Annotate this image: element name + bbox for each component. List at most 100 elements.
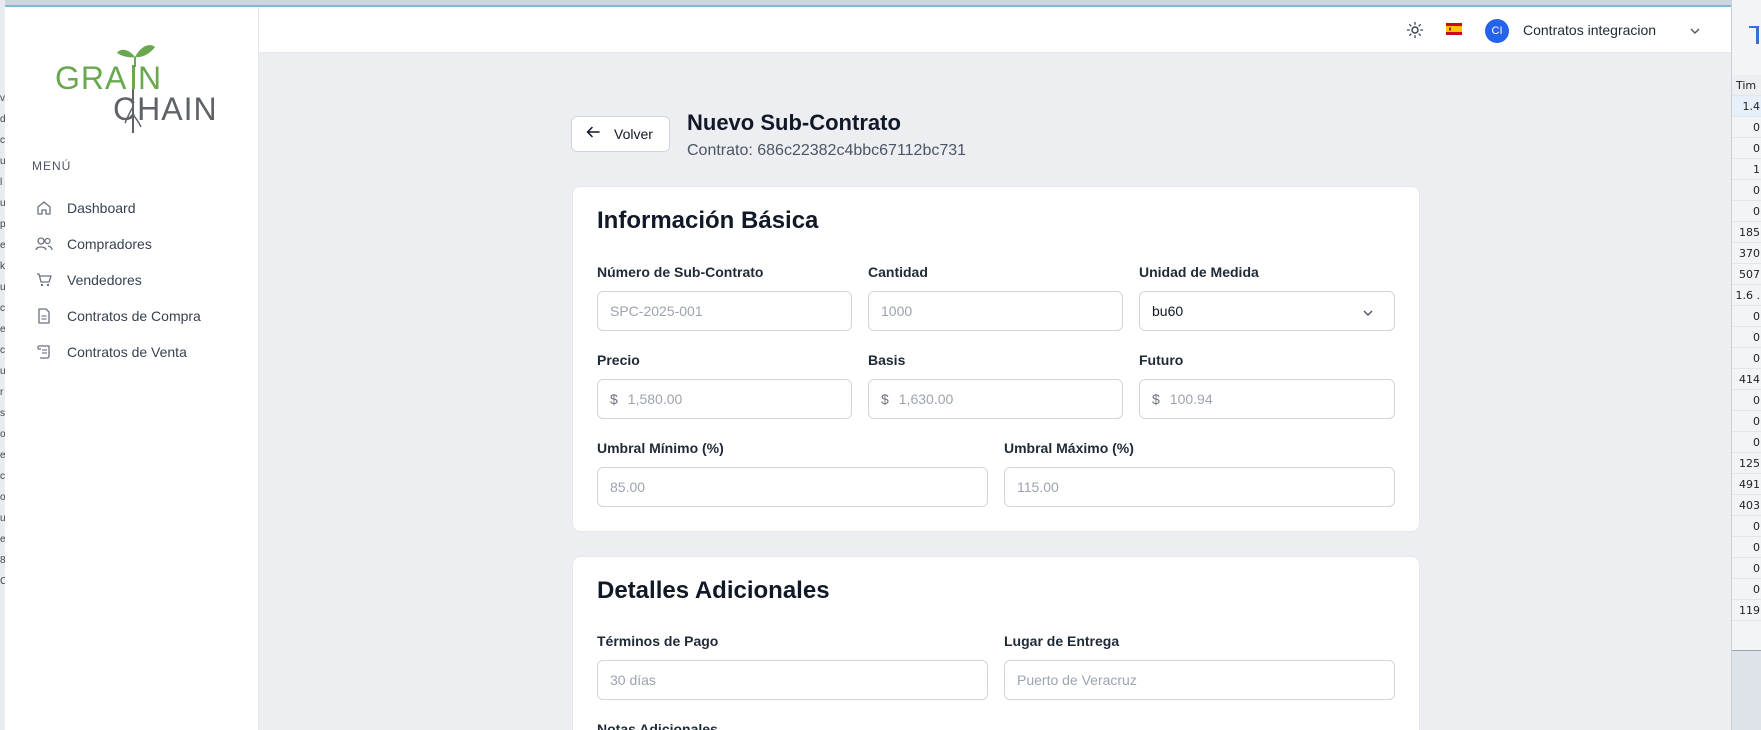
placeholder: 1,630.00	[898, 391, 954, 407]
quantity-input[interactable]: 1000	[868, 291, 1123, 331]
spreadsheet-cell[interactable]: 507	[1732, 264, 1761, 285]
quantity-label: Cantidad	[868, 264, 928, 280]
spreadsheet-cell[interactable]: 0	[1732, 138, 1761, 159]
spreadsheet-cell[interactable]: 370	[1732, 243, 1761, 264]
page-title: Nuevo Sub-Contrato	[687, 110, 901, 135]
sub-contract-number-label: Número de Sub-Contrato	[597, 264, 764, 280]
es-flag-icon[interactable]	[1446, 22, 1462, 35]
page-subtitle: Contrato: 686c22382c4bbc67112bc731	[687, 142, 967, 159]
placeholder: 1,580.00	[627, 391, 683, 407]
user-name[interactable]: Contratos integracion	[1523, 22, 1656, 38]
sun-icon[interactable]	[1406, 21, 1424, 39]
grain-chain-logo[interactable]: GRA N CHAIN	[55, 27, 217, 137]
arrow-left-icon	[586, 125, 600, 143]
spreadsheet-column: Tim 1.4 0 0 1 0 0 185 370 507 1.6 . 0 0 0 414 0 0 0 125 49…	[1732, 75, 1761, 621]
spreadsheet-cell[interactable]: 0	[1732, 558, 1761, 579]
additional-details-card: Detalles Adicionales Términos de Pago 30…	[572, 556, 1420, 730]
spreadsheet-cell[interactable]: 414	[1732, 369, 1761, 390]
spreadsheet-cell[interactable]: 185	[1732, 222, 1761, 243]
spreadsheet-cell[interactable]: 0	[1732, 432, 1761, 453]
sidebar-item-dashboard[interactable]: Dashboard	[27, 190, 247, 226]
spreadsheet-cell[interactable]: 0	[1732, 201, 1761, 222]
spreadsheet-cell[interactable]: 0	[1732, 537, 1761, 558]
sidebar-item-label: Vendedores	[67, 272, 142, 288]
spreadsheet-cell[interactable]: 0	[1732, 180, 1761, 201]
spreadsheet-cell[interactable]: 1	[1732, 159, 1761, 180]
chevron-down-icon	[1362, 306, 1374, 318]
unit-label: Unidad de Medida	[1139, 264, 1259, 280]
sidebar-item-contratos-compra[interactable]: Contratos de Compra	[27, 298, 247, 334]
basis-label: Basis	[868, 352, 906, 368]
basic-info-card: Información Básica Número de Sub-Contrat…	[572, 186, 1420, 532]
document-icon	[35, 307, 53, 325]
spreadsheet-bottom-panel	[1732, 650, 1761, 730]
spreadsheet-cell[interactable]: 0	[1732, 117, 1761, 138]
placeholder: 115.00	[1017, 479, 1059, 495]
menu-title: MENÚ	[32, 159, 72, 173]
spreadsheet-cell[interactable]: 0	[1732, 516, 1761, 537]
sidebar-item-label: Compradores	[67, 236, 152, 252]
spreadsheet-cell[interactable]: 0	[1732, 390, 1761, 411]
spreadsheet-cell[interactable]: 0	[1732, 579, 1761, 600]
sidebar-item-label: Dashboard	[67, 200, 136, 216]
back-button[interactable]: Volver	[571, 116, 670, 152]
spreadsheet-cell[interactable]: 491	[1732, 474, 1761, 495]
future-label: Futuro	[1139, 352, 1184, 368]
home-icon	[35, 199, 53, 217]
sidebar-item-contratos-venta[interactable]: Contratos de Venta	[27, 334, 247, 370]
placeholder: 1000	[881, 303, 913, 319]
spreadsheet-cell[interactable]: 1.6 .	[1732, 285, 1761, 306]
spreadsheet-cell[interactable]: 0	[1732, 327, 1761, 348]
spreadsheet-toolbar-icon	[1749, 26, 1759, 44]
sidebar-nav: Dashboard Compradores Vendedores Contrat…	[27, 190, 247, 370]
dollar-icon: $	[1152, 391, 1160, 407]
spreadsheet-cell[interactable]: 119	[1732, 600, 1761, 621]
basis-input[interactable]: $ 1,630.00	[868, 379, 1123, 419]
dollar-icon: $	[881, 391, 889, 407]
additional-details-title: Detalles Adicionales	[597, 577, 830, 604]
sub-contract-number-input[interactable]: SPC-2025-001	[597, 291, 852, 331]
logo-word-chain: CHAIN	[113, 91, 215, 127]
placeholder: SPC-2025-001	[610, 303, 703, 319]
users-icon	[35, 235, 53, 253]
delivery-place-label: Lugar de Entrega	[1004, 633, 1120, 649]
price-input[interactable]: $ 1,580.00	[597, 379, 852, 419]
top-bar: CI Contratos integracion	[259, 7, 1731, 53]
cart-icon	[35, 271, 53, 289]
future-input[interactable]: $ 100.94	[1139, 379, 1395, 419]
sidebar-item-vendedores[interactable]: Vendedores	[27, 262, 247, 298]
spreadsheet-cell[interactable]: 403	[1732, 495, 1761, 516]
spreadsheet-cell[interactable]: 0	[1732, 306, 1761, 327]
max-threshold-input[interactable]: 115.00	[1004, 467, 1395, 507]
placeholder: 85.00	[610, 479, 646, 495]
placeholder: 100.94	[1169, 391, 1213, 407]
min-threshold-label: Umbral Mínimo (%)	[597, 440, 724, 456]
placeholder: Puerto de Veracruz	[1017, 672, 1137, 688]
basic-info-title: Información Básica	[597, 207, 819, 234]
placeholder: 30 días	[610, 672, 656, 688]
unit-select-value: bu60	[1152, 303, 1184, 319]
spreadsheet-column-header: Tim	[1732, 75, 1761, 96]
app-window: GRA N CHAIN MENÚ Dashboard Compradores V…	[5, 5, 1731, 730]
scroll-icon	[35, 343, 53, 361]
sidebar-item-compradores[interactable]: Compradores	[27, 226, 247, 262]
back-button-label: Volver	[614, 126, 653, 142]
min-threshold-input[interactable]: 85.00	[597, 467, 988, 507]
spreadsheet-cell[interactable]: 125	[1732, 453, 1761, 474]
price-label: Precio	[597, 352, 640, 368]
additional-notes-label: Notas Adicionales	[597, 721, 718, 730]
spreadsheet-cell[interactable]: 0	[1732, 348, 1761, 369]
dollar-icon: $	[610, 391, 618, 407]
chevron-down-icon[interactable]	[1689, 24, 1701, 36]
spreadsheet-cell[interactable]: 1.4	[1732, 96, 1761, 117]
payment-terms-input[interactable]: 30 días	[597, 660, 988, 700]
spreadsheet-cell[interactable]: 0	[1732, 411, 1761, 432]
unit-select[interactable]: bu60	[1139, 291, 1395, 331]
sidebar-item-label: Contratos de Venta	[67, 344, 187, 360]
payment-terms-label: Términos de Pago	[597, 633, 719, 649]
background-spreadsheet-window: Tim 1.4 0 0 1 0 0 185 370 507 1.6 . 0 0 0 414 0 0 0 125 49…	[1731, 0, 1761, 730]
avatar[interactable]: CI	[1485, 19, 1509, 43]
max-threshold-label: Umbral Máximo (%)	[1004, 440, 1134, 456]
sidebar: GRA N CHAIN MENÚ Dashboard Compradores V…	[5, 7, 259, 730]
delivery-place-input[interactable]: Puerto de Veracruz	[1004, 660, 1395, 700]
